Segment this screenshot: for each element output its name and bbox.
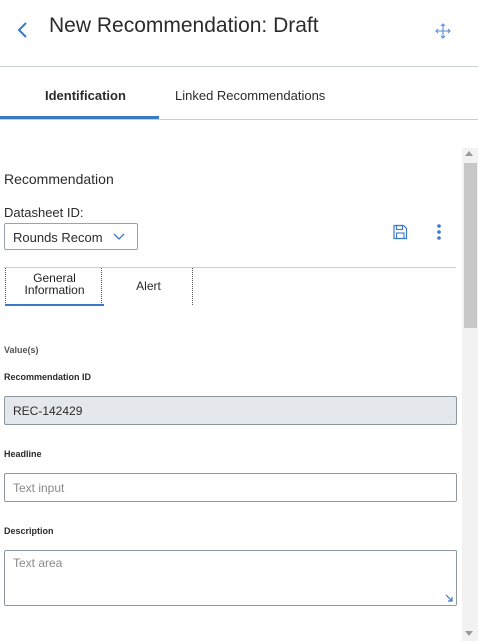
- active-subtab-indicator: [5, 304, 104, 306]
- datasheet-label: Datasheet ID:: [4, 205, 84, 220]
- resize-handle-icon[interactable]: [445, 594, 453, 602]
- subtab-general-information-label: General Information: [24, 271, 85, 297]
- more-vertical-icon[interactable]: [432, 223, 446, 241]
- subtab-general-information[interactable]: General Information: [5, 268, 102, 305]
- header-divider: [0, 66, 478, 67]
- subtab-alert-label: Alert: [136, 279, 161, 293]
- tab-identification[interactable]: Identification: [45, 88, 126, 103]
- page-title: New Recommendation: Draft: [49, 14, 319, 37]
- subtab-alert[interactable]: Alert: [104, 268, 193, 305]
- back-chevron-icon[interactable]: [14, 20, 32, 40]
- description-textarea[interactable]: Text area: [4, 550, 457, 606]
- save-icon[interactable]: [392, 224, 408, 240]
- recommendation-id-label: Recommendation ID: [4, 372, 92, 382]
- move-arrows-icon[interactable]: [434, 22, 452, 40]
- recommendation-id-value: REC-142429: [13, 404, 83, 418]
- scroll-down-arrow-icon[interactable]: [465, 631, 473, 636]
- tab-linked-recommendations[interactable]: Linked Recommendations: [175, 88, 325, 103]
- recommendation-id-field: REC-142429: [4, 396, 457, 425]
- description-placeholder: Text area: [13, 556, 63, 570]
- datasheet-selected-value: Rounds Recom: [13, 230, 103, 245]
- scroll-up-arrow-icon[interactable]: [465, 151, 473, 156]
- tabs-divider: [0, 119, 478, 120]
- scrollbar-thumb[interactable]: [464, 163, 477, 328]
- datasheet-select[interactable]: Rounds Recom: [4, 223, 138, 250]
- headline-placeholder: Text input: [13, 481, 65, 495]
- description-label: Description: [4, 526, 54, 536]
- headline-label: Headline: [4, 449, 42, 459]
- chevron-down-icon: [113, 233, 125, 240]
- headline-input[interactable]: Text input: [4, 473, 457, 502]
- values-group-label: Value(s): [4, 345, 39, 355]
- section-title: Recommendation: [4, 171, 114, 187]
